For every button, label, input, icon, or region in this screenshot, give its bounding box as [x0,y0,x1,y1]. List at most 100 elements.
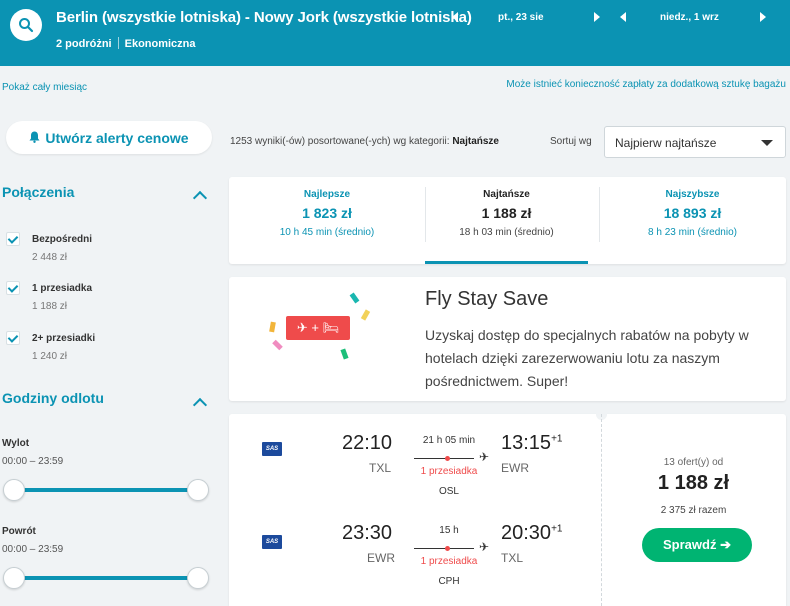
confetti-decoration [360,309,371,321]
search-button[interactable] [10,9,42,41]
departure-times-title[interactable]: Godziny odlotu [2,390,104,406]
results-count: 1253 wyniki(-ów) posortowane(-ych) wg ka… [230,136,499,147]
connections-title[interactable]: Połączenia [2,184,74,200]
checkbox-direct[interactable] [6,232,20,246]
inbound-stops[interactable]: 1 przesiadka [414,556,484,567]
tab-name: Najlepsze [303,189,351,200]
tab-fastest[interactable]: Najszybsze 18 893 zł 8 h 23 min (średnio… [599,177,786,264]
depart-next-icon[interactable] [594,12,600,22]
checkbox-two-plus-stops[interactable] [6,331,20,345]
outbound-stop-code: OSL [438,486,459,497]
inbound-route-line [414,548,474,549]
connection-label: 2+ przesiadki [32,333,96,344]
tab-price: 1 823 zł [302,205,352,221]
inbound-stop-code: CPH [438,576,460,587]
tab-duration: 18 h 03 min (średnio) [459,227,554,238]
tab-duration: 10 h 45 min (średnio) [279,227,375,238]
promo-title: Fly Stay Save [425,288,549,310]
travelers-count: 2 podróżni [56,38,112,50]
divider [117,37,119,49]
tab-price: 1 188 zł [481,205,532,221]
inbound-dep-time: 23:30 [342,522,393,544]
stop-dot [445,546,450,551]
inbound-arr-time: 20:30+1 [501,522,562,545]
confetti-decoration [269,321,276,333]
checkbox-one-stop[interactable] [6,281,20,295]
price-alert-button[interactable]: Utwórz alerty cenowe [6,121,212,154]
connection-label: 1 przesiadka [32,283,93,294]
tab-price: 18 893 zł [663,205,722,221]
promo-text: Uzyskaj dostęp do specjalnych rabatów na… [425,327,749,389]
route-title[interactable]: Berlin (wszystkie lotniska) - Nowy Jork … [56,9,472,26]
fly-stay-save-promo[interactable]: ✈ + 🛏 Fly Stay Save Uzyskaj dostęp do sp… [229,277,786,401]
results-count-text: 1253 wyniki(-ów) posortowane(-ych) wg ka… [230,136,450,147]
return-next-icon[interactable] [760,12,766,22]
tab-name: Najszybsze [665,189,720,200]
search-icon [19,18,34,33]
inbound-duration: 15 h [439,525,459,536]
return-slider-range: 00:00 – 23:59 [2,544,64,555]
bell-icon [29,130,40,146]
departure-slider-max-handle[interactable] [187,479,209,501]
cabin-class: Ekonomiczna [124,38,196,50]
departure-slider-min-handle[interactable] [3,479,25,501]
plane-icon: ✈ [479,540,490,554]
flight-total-price: 2 375 zł razem [660,505,727,516]
inbound-arr-code: TXL [501,551,524,565]
depart-date[interactable]: pt., 23 sie [498,12,544,23]
sort-selected-value: Najpierw najtańsze [615,136,717,150]
connection-price: 2 448 zł [32,252,68,263]
check-deal-button[interactable]: Sprawdź ➔ [642,528,752,562]
return-prev-icon[interactable] [620,12,626,22]
flight-result-card[interactable]: SAS 22:10 TXL 21 h 05 min ✈ 1 przesiadka… [229,409,786,606]
inbound-dep-code: EWR [367,551,395,565]
stop-dot [445,456,450,461]
chevron-up-icon[interactable] [192,397,208,413]
search-header: Berlin (wszystkie lotniska) - Nowy Jork … [0,0,790,66]
arr-time-value: 13:15 [501,432,552,454]
day-offset: +1 [551,523,563,535]
return-slider-label: Powrót [2,526,36,537]
tab-name: Najtańsze [483,189,530,200]
plane-hotel-icon: ✈ + 🛏 [286,316,350,340]
airline-logo: SAS [262,535,282,549]
show-month-link[interactable]: Pokaż cały miesiąc [2,82,87,93]
sort-label: Sortuj wg [550,136,592,147]
chevron-up-icon[interactable] [192,190,208,206]
depart-prev-icon[interactable] [452,12,458,22]
outbound-arr-code: EWR [501,461,529,475]
confetti-decoration [272,339,283,351]
sort-select[interactable]: Najpierw najtańsze [604,126,786,158]
outbound-dep-code: TXL [369,461,392,475]
flight-price: 1 188 zł [657,472,730,494]
price-alert-label: Utwórz alerty cenowe [45,129,189,146]
connection-price: 1 240 zł [32,351,68,362]
outbound-route-line [414,458,474,459]
outbound-duration: 21 h 05 min [422,435,476,446]
return-date[interactable]: niedz., 1 wrz [660,12,719,23]
sort-tabs: Najlepsze 1 823 zł 10 h 45 min (średnio)… [229,177,786,264]
active-tab-indicator [425,261,588,264]
connection-label: Bezpośredni [32,234,93,245]
confetti-decoration [340,348,349,360]
outbound-arr-time: 13:15+1 [501,432,562,455]
tab-best[interactable]: Najlepsze 1 823 zł 10 h 45 min (średnio) [229,177,425,264]
connection-price: 1 188 zł [32,301,68,312]
departure-slider-track[interactable] [14,488,198,492]
departure-slider-range: 00:00 – 23:59 [2,456,64,467]
confetti-decoration [349,292,360,304]
departure-slider-label: Wylot [2,438,30,449]
arr-time-value: 20:30 [501,522,552,544]
day-offset: +1 [551,433,563,445]
return-slider-max-handle[interactable] [187,567,209,589]
tab-cheapest[interactable]: Najtańsze 1 188 zł 18 h 03 min (średnio) [425,177,588,264]
outbound-stops[interactable]: 1 przesiadka [414,466,484,477]
baggage-fee-link[interactable]: Może istnieć konieczność zapłaty za doda… [506,79,786,90]
results-sort-category: Najtańsze [452,136,499,147]
tab-duration: 8 h 23 min (średnio) [648,227,737,238]
airline-logo: SAS [262,442,282,456]
offers-count: 13 ofert(y) od [663,457,724,468]
travelers-summary[interactable]: 2 podróżni Ekonomiczna [56,37,196,50]
return-slider-track[interactable] [14,576,198,580]
return-slider-min-handle[interactable] [3,567,25,589]
